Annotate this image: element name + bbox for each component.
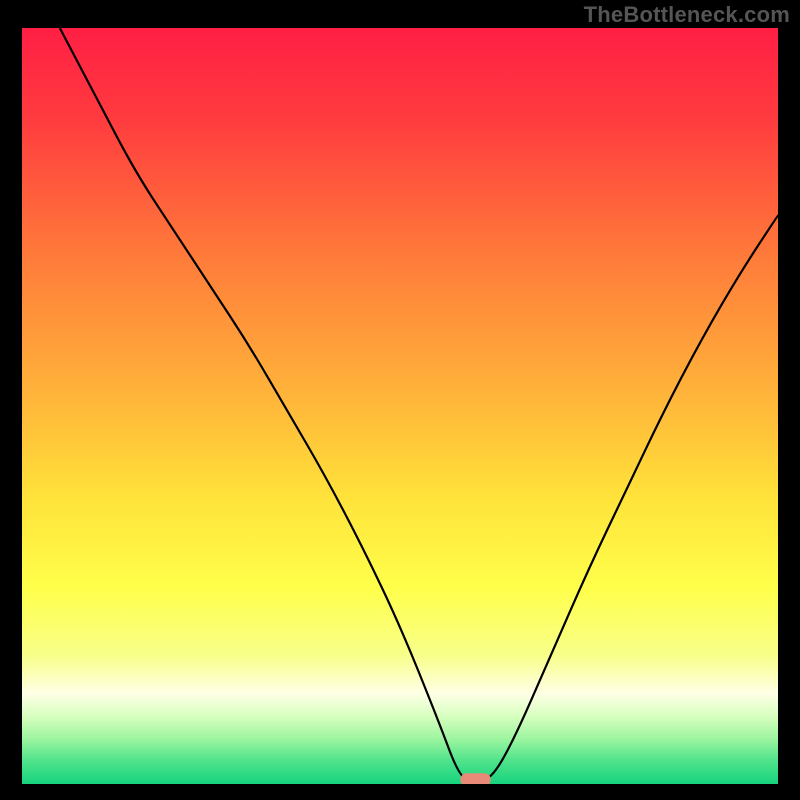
watermark-text: TheBottleneck.com bbox=[584, 2, 790, 28]
plot-area bbox=[22, 28, 778, 784]
chart-container: TheBottleneck.com bbox=[0, 0, 800, 800]
optimal-marker bbox=[461, 773, 491, 784]
bottleneck-chart bbox=[22, 28, 778, 784]
heat-gradient bbox=[22, 28, 778, 784]
